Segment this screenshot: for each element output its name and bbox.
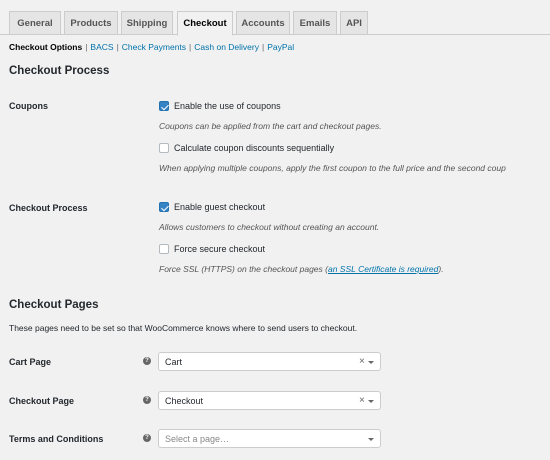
guest-checkout-label[interactable]: Enable guest checkout — [174, 202, 265, 212]
cart-page-value: Cart — [165, 357, 183, 367]
coupons-label: Coupons — [9, 101, 48, 111]
subnav-separator: | — [262, 42, 265, 52]
enable-coupons-description: Coupons can be applied from the cart and… — [159, 121, 382, 131]
cart-page-select[interactable]: Cart × — [158, 352, 381, 371]
ssl-certificate-link[interactable]: an SSL Certificate is required — [328, 264, 438, 274]
chevron-down-icon[interactable] — [368, 400, 374, 403]
tab-general[interactable]: General — [9, 11, 61, 35]
subnav-separator: | — [85, 42, 88, 52]
checkout-subnav: Checkout Options | BACS | Check Payments… — [9, 41, 294, 53]
checkout-page-value: Checkout — [165, 396, 204, 406]
tab-checkout[interactable]: Checkout — [177, 11, 233, 36]
chevron-down-icon[interactable] — [368, 438, 374, 441]
checkout-page-help-icon[interactable]: ? — [143, 396, 151, 404]
checkout-page-select[interactable]: Checkout × — [158, 391, 381, 410]
sequential-coupons-label[interactable]: Calculate coupon discounts sequentially — [174, 143, 334, 153]
subnav-bacs[interactable]: BACS — [90, 42, 113, 52]
force-ssl-description: Force SSL (HTTPS) on the checkout pages … — [159, 264, 444, 274]
force-ssl-desc-prefix: Force SSL (HTTPS) on the checkout pages … — [159, 264, 328, 274]
subnav-cash-on-delivery[interactable]: Cash on Delivery — [194, 42, 259, 52]
subnav-separator: | — [189, 42, 192, 52]
tab-shipping[interactable]: Shipping — [121, 11, 173, 35]
checkout-page-label: Checkout Page — [9, 396, 75, 406]
tab-products[interactable]: Products — [64, 11, 118, 35]
sequential-coupons-checkbox[interactable] — [159, 143, 169, 153]
terms-page-select[interactable]: Select a page… — [158, 429, 381, 448]
checkout-pages-heading: Checkout Pages — [9, 299, 99, 311]
tab-emails[interactable]: Emails — [293, 11, 337, 35]
guest-checkout-description: Allows customers to checkout without cre… — [159, 222, 380, 232]
guest-checkout-checkbox[interactable] — [159, 202, 169, 212]
checkout-process-label: Checkout Process — [9, 203, 88, 213]
force-ssl-desc-suffix: ). — [438, 264, 444, 274]
settings-tabs: General Products Shipping Checkout Accou… — [0, 0, 550, 36]
tab-accounts[interactable]: Accounts — [236, 11, 290, 35]
subnav-check-payments[interactable]: Check Payments — [122, 42, 186, 52]
terms-page-placeholder: Select a page… — [165, 434, 230, 444]
terms-page-help-icon[interactable]: ? — [143, 434, 151, 442]
subnav-checkout-options[interactable]: Checkout Options — [9, 42, 82, 52]
cart-page-label: Cart Page — [9, 357, 52, 367]
tab-api[interactable]: API — [340, 11, 368, 35]
sequential-coupons-description: When applying multiple coupons, apply th… — [159, 163, 506, 173]
subnav-paypal[interactable]: PayPal — [267, 42, 294, 52]
enable-coupons-label[interactable]: Enable the use of coupons — [174, 101, 281, 111]
force-ssl-checkbox[interactable] — [159, 244, 169, 254]
checkout-pages-intro: These pages need to be set so that WooCo… — [9, 323, 358, 333]
terms-page-label: Terms and Conditions — [9, 434, 104, 444]
checkout-page-clear-icon[interactable]: × — [359, 395, 365, 406]
cart-page-help-icon[interactable]: ? — [143, 357, 151, 365]
force-ssl-label[interactable]: Force secure checkout — [174, 244, 265, 254]
subnav-separator: | — [116, 42, 119, 52]
chevron-down-icon[interactable] — [368, 361, 374, 364]
checkout-process-heading: Checkout Process — [9, 65, 110, 77]
cart-page-clear-icon[interactable]: × — [359, 356, 365, 367]
enable-coupons-checkbox[interactable] — [159, 101, 169, 111]
